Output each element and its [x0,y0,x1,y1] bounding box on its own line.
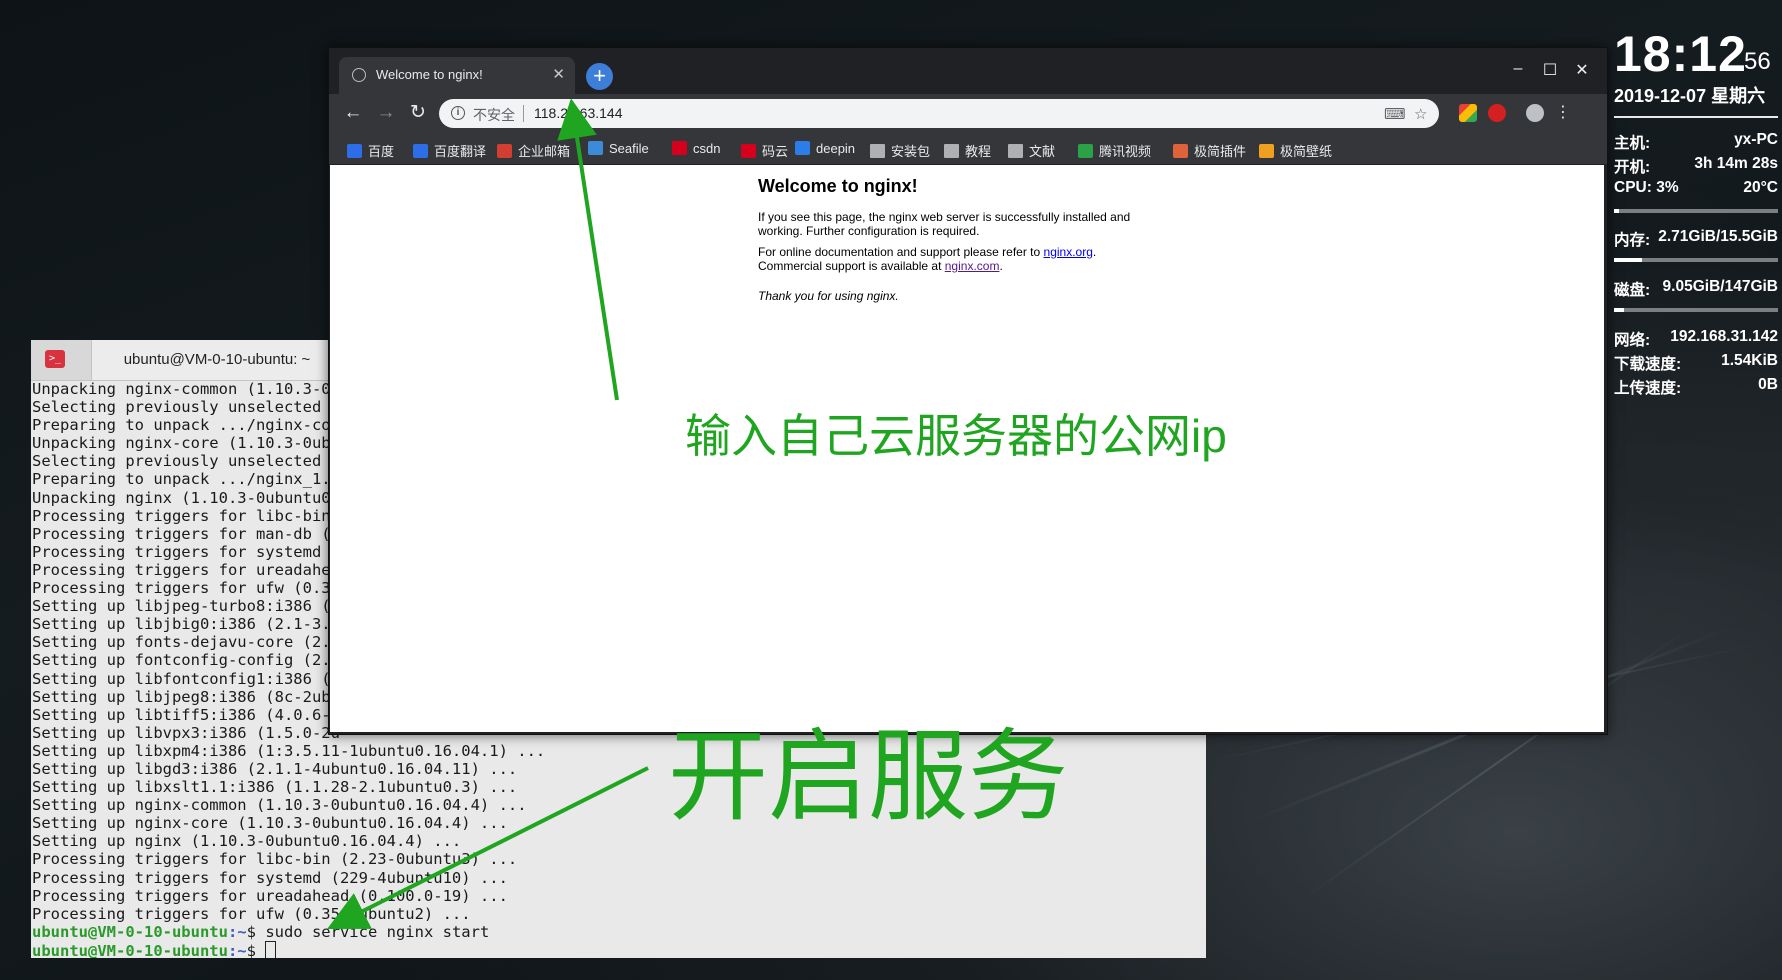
annotation-arrows [327,98,649,929]
arrow-to-command [327,766,649,929]
arrow-to-address-bar [557,98,619,401]
